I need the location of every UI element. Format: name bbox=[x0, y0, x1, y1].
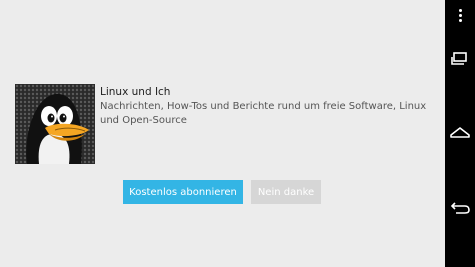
back-icon[interactable] bbox=[448, 195, 472, 219]
tux-penguin-logo bbox=[15, 84, 95, 164]
subscribe-button[interactable]: Kostenlos abonnieren bbox=[123, 180, 243, 204]
home-icon[interactable] bbox=[448, 121, 472, 145]
system-navigation-bar bbox=[445, 0, 475, 267]
decline-button[interactable]: Nein danke bbox=[251, 180, 321, 204]
feed-description: Nachrichten, How-Tos und Berichte rund u… bbox=[100, 101, 427, 126]
feed-title: Linux und Ich bbox=[100, 86, 171, 98]
app-screen: Linux und Ich Nachrichten, How-Tos und B… bbox=[0, 0, 445, 267]
recent-apps-icon[interactable] bbox=[448, 48, 472, 72]
overflow-menu-icon[interactable] bbox=[457, 9, 463, 23]
